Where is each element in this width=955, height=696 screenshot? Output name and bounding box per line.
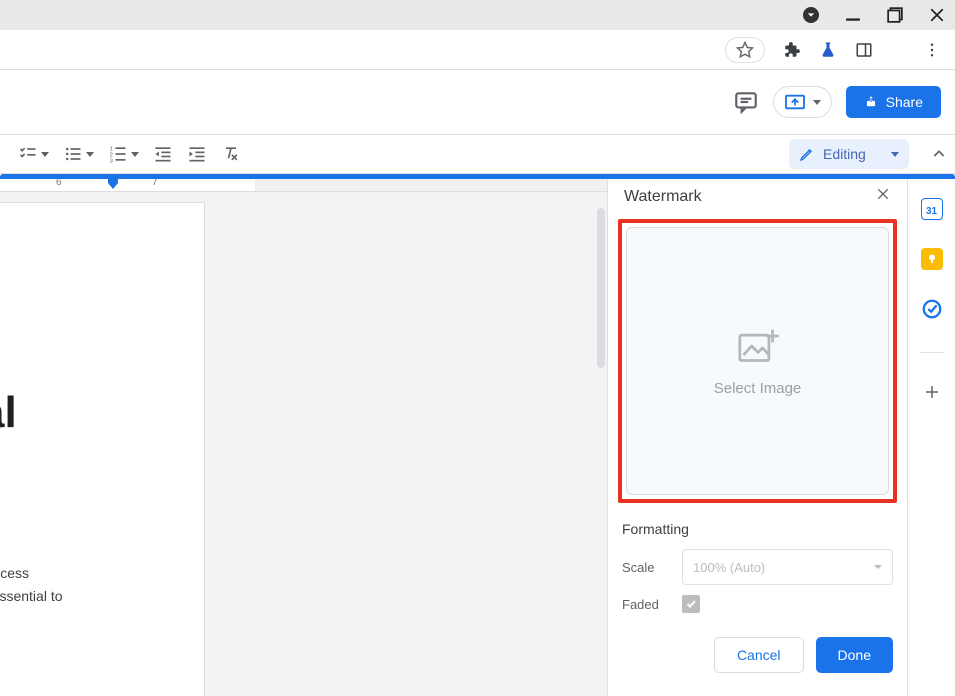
add-addon-button[interactable] [921, 381, 943, 403]
highlighted-region: Select Image [618, 219, 897, 503]
calendar-day: 31 [926, 206, 937, 217]
faded-row: Faded [622, 595, 893, 613]
cancel-button[interactable]: Cancel [714, 637, 804, 673]
present-dropdown-button[interactable] [773, 86, 832, 118]
increase-indent-button[interactable] [187, 135, 207, 173]
share-label: Share [886, 94, 923, 110]
bookmark-pill[interactable] [725, 37, 765, 63]
calendar-icon[interactable]: 31 [921, 198, 943, 220]
editing-mode-dropdown[interactable]: Editing [789, 139, 909, 169]
document-body-line: e essential to [0, 585, 63, 607]
scale-value: 100% (Auto) [693, 560, 765, 575]
numbered-list-button[interactable]: 123 [108, 135, 139, 173]
workspace: 6 7 al process e essential to d in this … [0, 174, 955, 696]
svg-text:3: 3 [110, 158, 113, 164]
select-image-button[interactable]: Select Image [626, 227, 889, 495]
chevron-down-icon [813, 100, 821, 105]
rail-separator [920, 352, 944, 353]
checklist-button[interactable] [18, 135, 49, 173]
select-image-label: Select Image [714, 380, 802, 397]
right-app-rail: 31 [907, 174, 955, 696]
keep-icon[interactable] [921, 248, 943, 270]
document-body-line: process [0, 562, 29, 584]
labs-flask-icon[interactable] [819, 41, 837, 59]
document-title-fragment: al [0, 378, 17, 448]
sidepanel-header: Watermark [608, 174, 907, 219]
watermark-sidepanel: Watermark Select Image Formatting [607, 174, 907, 696]
panel-button-row: Cancel Done [618, 623, 897, 675]
minimize-icon[interactable] [845, 7, 861, 23]
extensions-icon[interactable] [783, 41, 801, 59]
chevron-down-icon [86, 152, 94, 157]
share-button[interactable]: Share [846, 86, 941, 118]
document-canvas[interactable]: al process e essential to d in this busi… [0, 192, 607, 696]
close-panel-button[interactable] [875, 186, 891, 207]
tasks-icon[interactable] [921, 298, 943, 320]
vertical-scrollbar[interactable] [597, 208, 605, 368]
chevron-down-icon [874, 565, 882, 569]
done-label: Done [838, 647, 871, 663]
sidepanel-title: Watermark [624, 188, 702, 206]
done-button[interactable]: Done [816, 637, 893, 673]
scale-select[interactable]: 100% (Auto) [682, 549, 893, 585]
menu-dots-icon[interactable] [923, 41, 941, 59]
scale-row: Scale 100% (Auto) [622, 549, 893, 585]
faded-checkbox[interactable] [682, 595, 700, 613]
collapse-toolbar-button[interactable] [931, 135, 947, 173]
chevron-down-icon [131, 152, 139, 157]
sidepanel-body: Select Image Formatting Scale 100% (Auto… [608, 219, 907, 696]
bulleted-list-button[interactable] [63, 135, 94, 173]
close-window-icon[interactable] [929, 7, 945, 23]
chevron-down-icon [891, 152, 899, 157]
browser-bar [0, 30, 955, 70]
faded-label: Faded [622, 597, 668, 612]
decrease-indent-button[interactable] [153, 135, 173, 173]
document-action-row: Share [0, 70, 955, 134]
cancel-label: Cancel [737, 647, 781, 663]
maximize-icon[interactable] [887, 7, 903, 23]
side-panel-icon[interactable] [855, 41, 873, 59]
account-dropdown-icon[interactable] [803, 7, 819, 23]
document-area: 6 7 al process e essential to d in this … [0, 174, 607, 696]
clear-formatting-button[interactable] [221, 135, 241, 173]
document-page [0, 202, 205, 696]
comments-icon[interactable] [733, 89, 759, 115]
mode-label: Editing [823, 146, 866, 162]
formatting-heading: Formatting [622, 521, 893, 537]
window-titlebar [0, 0, 955, 30]
scale-label: Scale [622, 560, 668, 575]
formatting-toolbar: 123 Editing [0, 134, 955, 174]
chevron-down-icon [41, 152, 49, 157]
